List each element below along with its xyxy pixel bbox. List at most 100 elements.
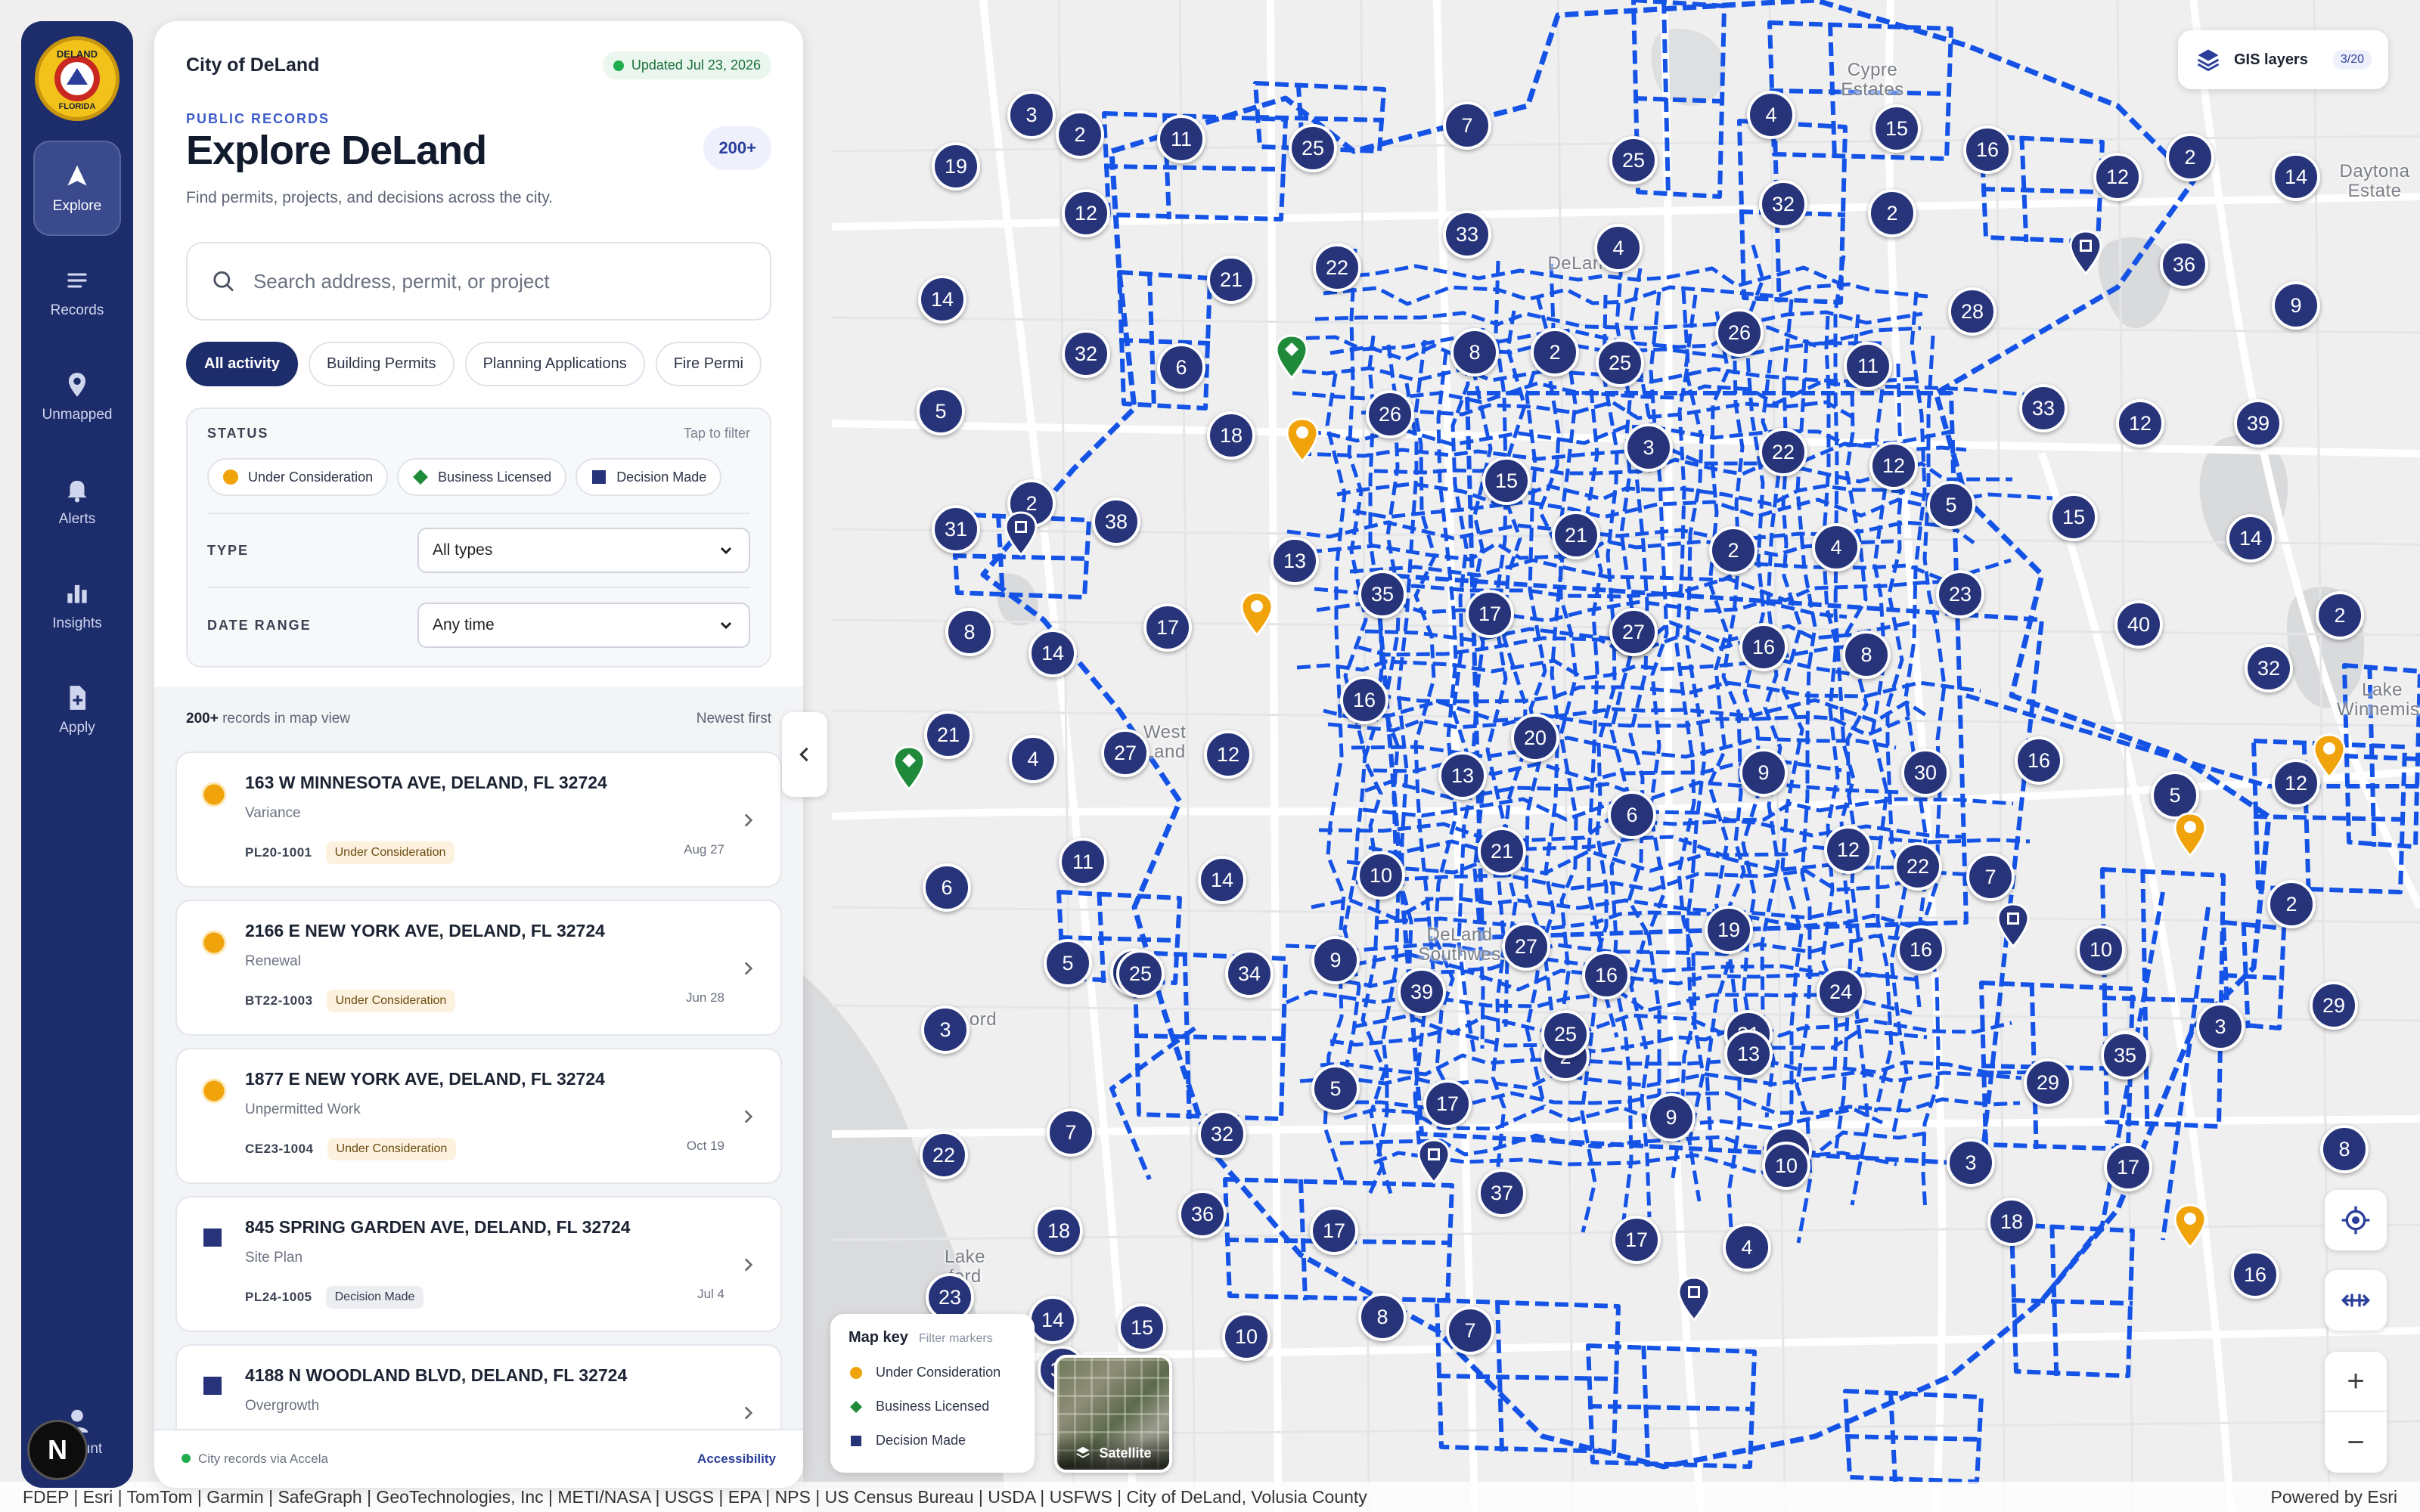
map-cluster-marker[interactable]: 16 xyxy=(1582,951,1630,999)
under-consideration-pin[interactable] xyxy=(1284,417,1320,464)
dev-tools-badge[interactable]: N xyxy=(27,1420,88,1480)
map-cluster-marker[interactable]: 7 xyxy=(1047,1108,1095,1157)
map-cluster-marker[interactable]: 14 xyxy=(1198,856,1246,904)
business-licensed-pin[interactable] xyxy=(891,745,927,792)
under-consideration-pin[interactable] xyxy=(1239,591,1275,638)
status-chip-business-licensed[interactable]: Business Licensed xyxy=(397,458,567,496)
map-cluster-marker[interactable]: 40 xyxy=(2114,600,2163,649)
decision-made-pin[interactable] xyxy=(1416,1139,1452,1185)
map-cluster-marker[interactable]: 29 xyxy=(2310,981,2358,1030)
map-cluster-marker[interactable]: 21 xyxy=(924,711,973,759)
map-cluster-marker[interactable]: 6 xyxy=(1157,343,1205,392)
map-cluster-marker[interactable]: 27 xyxy=(1609,608,1658,656)
rail-item-insights[interactable]: Insights xyxy=(33,558,121,653)
map-cluster-marker[interactable]: 11 xyxy=(1059,838,1107,886)
map-cluster-marker[interactable]: 32 xyxy=(1062,330,1110,378)
map-cluster-marker[interactable]: 18 xyxy=(1207,411,1255,460)
map-cluster-marker[interactable]: 37 xyxy=(1478,1169,1526,1217)
map-cluster-marker[interactable]: 36 xyxy=(1178,1190,1227,1238)
map-cluster-marker[interactable]: 5 xyxy=(1927,481,1975,529)
map-cluster-marker[interactable]: 17 xyxy=(1310,1207,1358,1255)
map-cluster-marker[interactable]: 11 xyxy=(1157,115,1205,163)
map-cluster-marker[interactable]: 2 xyxy=(2316,591,2364,640)
map-cluster-marker[interactable]: 22 xyxy=(1759,428,1807,476)
map-cluster-marker[interactable]: 15 xyxy=(2049,493,2098,541)
map-cluster-marker[interactable]: 30 xyxy=(1901,748,1950,797)
record-card[interactable]: 845 SPRING GARDEN AVE, DELAND, FL 32724 S… xyxy=(175,1196,782,1332)
map-cluster-marker[interactable]: 10 xyxy=(2077,925,2125,974)
map-cluster-marker[interactable]: 5 xyxy=(917,387,965,435)
map-cluster-marker[interactable]: 8 xyxy=(1358,1293,1407,1341)
map-cluster-marker[interactable]: 19 xyxy=(932,142,980,191)
map-cluster-marker[interactable]: 16 xyxy=(1340,676,1388,724)
map-cluster-marker[interactable]: 2 xyxy=(1531,328,1579,376)
map-cluster-marker[interactable]: 7 xyxy=(1446,1306,1494,1355)
map-cluster-marker[interactable]: 12 xyxy=(1204,730,1252,779)
map-cluster-marker[interactable]: 9 xyxy=(1739,748,1788,797)
map-cluster-marker[interactable]: 13 xyxy=(1438,751,1487,800)
map-cluster-marker[interactable]: 28 xyxy=(1948,287,1996,336)
map-cluster-marker[interactable]: 36 xyxy=(2160,240,2208,289)
map-cluster-marker[interactable]: 12 xyxy=(2093,153,2142,201)
map-cluster-marker[interactable]: 7 xyxy=(1966,853,2015,901)
map-cluster-marker[interactable]: 16 xyxy=(2231,1250,2279,1299)
map-cluster-marker[interactable]: 35 xyxy=(2101,1031,2149,1080)
search-input[interactable] xyxy=(253,269,747,293)
map-cluster-marker[interactable]: 32 xyxy=(2245,644,2293,692)
map-cluster-marker[interactable]: 13 xyxy=(1724,1030,1773,1078)
map-cluster-marker[interactable]: 33 xyxy=(2019,384,2068,432)
map-cluster-marker[interactable]: 18 xyxy=(1987,1198,2036,1246)
collapse-panel-button[interactable] xyxy=(782,712,827,797)
satellite-toggle[interactable]: Satellite xyxy=(1054,1355,1172,1473)
map-cluster-marker[interactable]: 26 xyxy=(1366,390,1414,438)
map-cluster-marker[interactable]: 15 xyxy=(1118,1303,1166,1352)
map-cluster-marker[interactable]: 23 xyxy=(1936,570,1984,618)
map-key-item-business-licensed[interactable]: Business Licensed xyxy=(849,1399,1016,1414)
rail-item-apply[interactable]: Apply xyxy=(33,662,121,758)
map-cluster-marker[interactable]: 3 xyxy=(1947,1139,1995,1187)
map-cluster-marker[interactable]: 5 xyxy=(1311,1064,1360,1113)
map-cluster-marker[interactable]: 13 xyxy=(1270,537,1319,585)
map-cluster-marker[interactable]: 29 xyxy=(2024,1058,2072,1107)
map-cluster-marker[interactable]: 32 xyxy=(1759,180,1807,228)
map-key-hint[interactable]: Filter markers xyxy=(919,1332,993,1346)
map-cluster-marker[interactable]: 10 xyxy=(1357,851,1405,900)
map-cluster-marker[interactable]: 12 xyxy=(1824,826,1872,874)
map-cluster-marker[interactable]: 9 xyxy=(1647,1093,1696,1142)
map-cluster-marker[interactable]: 8 xyxy=(1450,328,1499,376)
map-cluster-marker[interactable]: 9 xyxy=(2272,281,2320,330)
map-cluster-marker[interactable]: 10 xyxy=(1222,1312,1270,1361)
map-cluster-marker[interactable]: 33 xyxy=(1443,210,1491,259)
zoom-out-button[interactable]: − xyxy=(2325,1412,2387,1473)
map-cluster-marker[interactable]: 20 xyxy=(1511,714,1559,762)
map-cluster-marker[interactable]: 27 xyxy=(1101,729,1150,777)
map-cluster-marker[interactable]: 8 xyxy=(945,608,994,656)
map-cluster-marker[interactable]: 39 xyxy=(2234,399,2282,448)
map-cluster-marker[interactable]: 21 xyxy=(1207,256,1255,304)
map-cluster-marker[interactable]: 21 xyxy=(1552,511,1600,559)
under-consideration-pin[interactable] xyxy=(2311,733,2347,780)
map-cluster-marker[interactable]: 27 xyxy=(1502,922,1550,971)
map-cluster-marker[interactable]: 25 xyxy=(1609,136,1658,184)
map-cluster-marker[interactable]: 16 xyxy=(1897,925,1945,974)
chip-all-activity[interactable]: All activity xyxy=(186,342,299,386)
map-cluster-marker[interactable]: 14 xyxy=(2272,153,2320,201)
map-cluster-marker[interactable]: 8 xyxy=(1842,631,1891,679)
map-key-item-under-consideration[interactable]: Under Consideration xyxy=(849,1365,1016,1380)
sort-order[interactable]: Newest first xyxy=(697,711,771,727)
record-card[interactable]: 2166 E NEW YORK AVE, DELAND, FL 32724 Ren… xyxy=(175,900,782,1036)
map-cluster-marker[interactable]: 35 xyxy=(1358,570,1407,618)
map-cluster-marker[interactable]: 3 xyxy=(1624,423,1673,472)
map-cluster-marker[interactable]: 12 xyxy=(1869,442,1918,490)
chip-fire-permits[interactable]: Fire Permi xyxy=(655,342,762,386)
map-cluster-marker[interactable]: 25 xyxy=(1289,124,1337,172)
map-cluster-marker[interactable]: 16 xyxy=(2015,736,2063,785)
map-cluster-marker[interactable]: 12 xyxy=(1062,189,1110,237)
locate-me-button[interactable] xyxy=(2325,1190,2387,1250)
record-card[interactable]: 163 W MINNESOTA AVE, DELAND, FL 32724 Var… xyxy=(175,751,782,888)
decision-made-pin[interactable] xyxy=(1995,903,2031,950)
map-cluster-marker[interactable]: 3 xyxy=(921,1005,970,1054)
map-cluster-marker[interactable]: 17 xyxy=(1612,1216,1661,1264)
rail-item-alerts[interactable]: Alerts xyxy=(33,454,121,549)
map-cluster-marker[interactable]: 5 xyxy=(1044,939,1092,987)
